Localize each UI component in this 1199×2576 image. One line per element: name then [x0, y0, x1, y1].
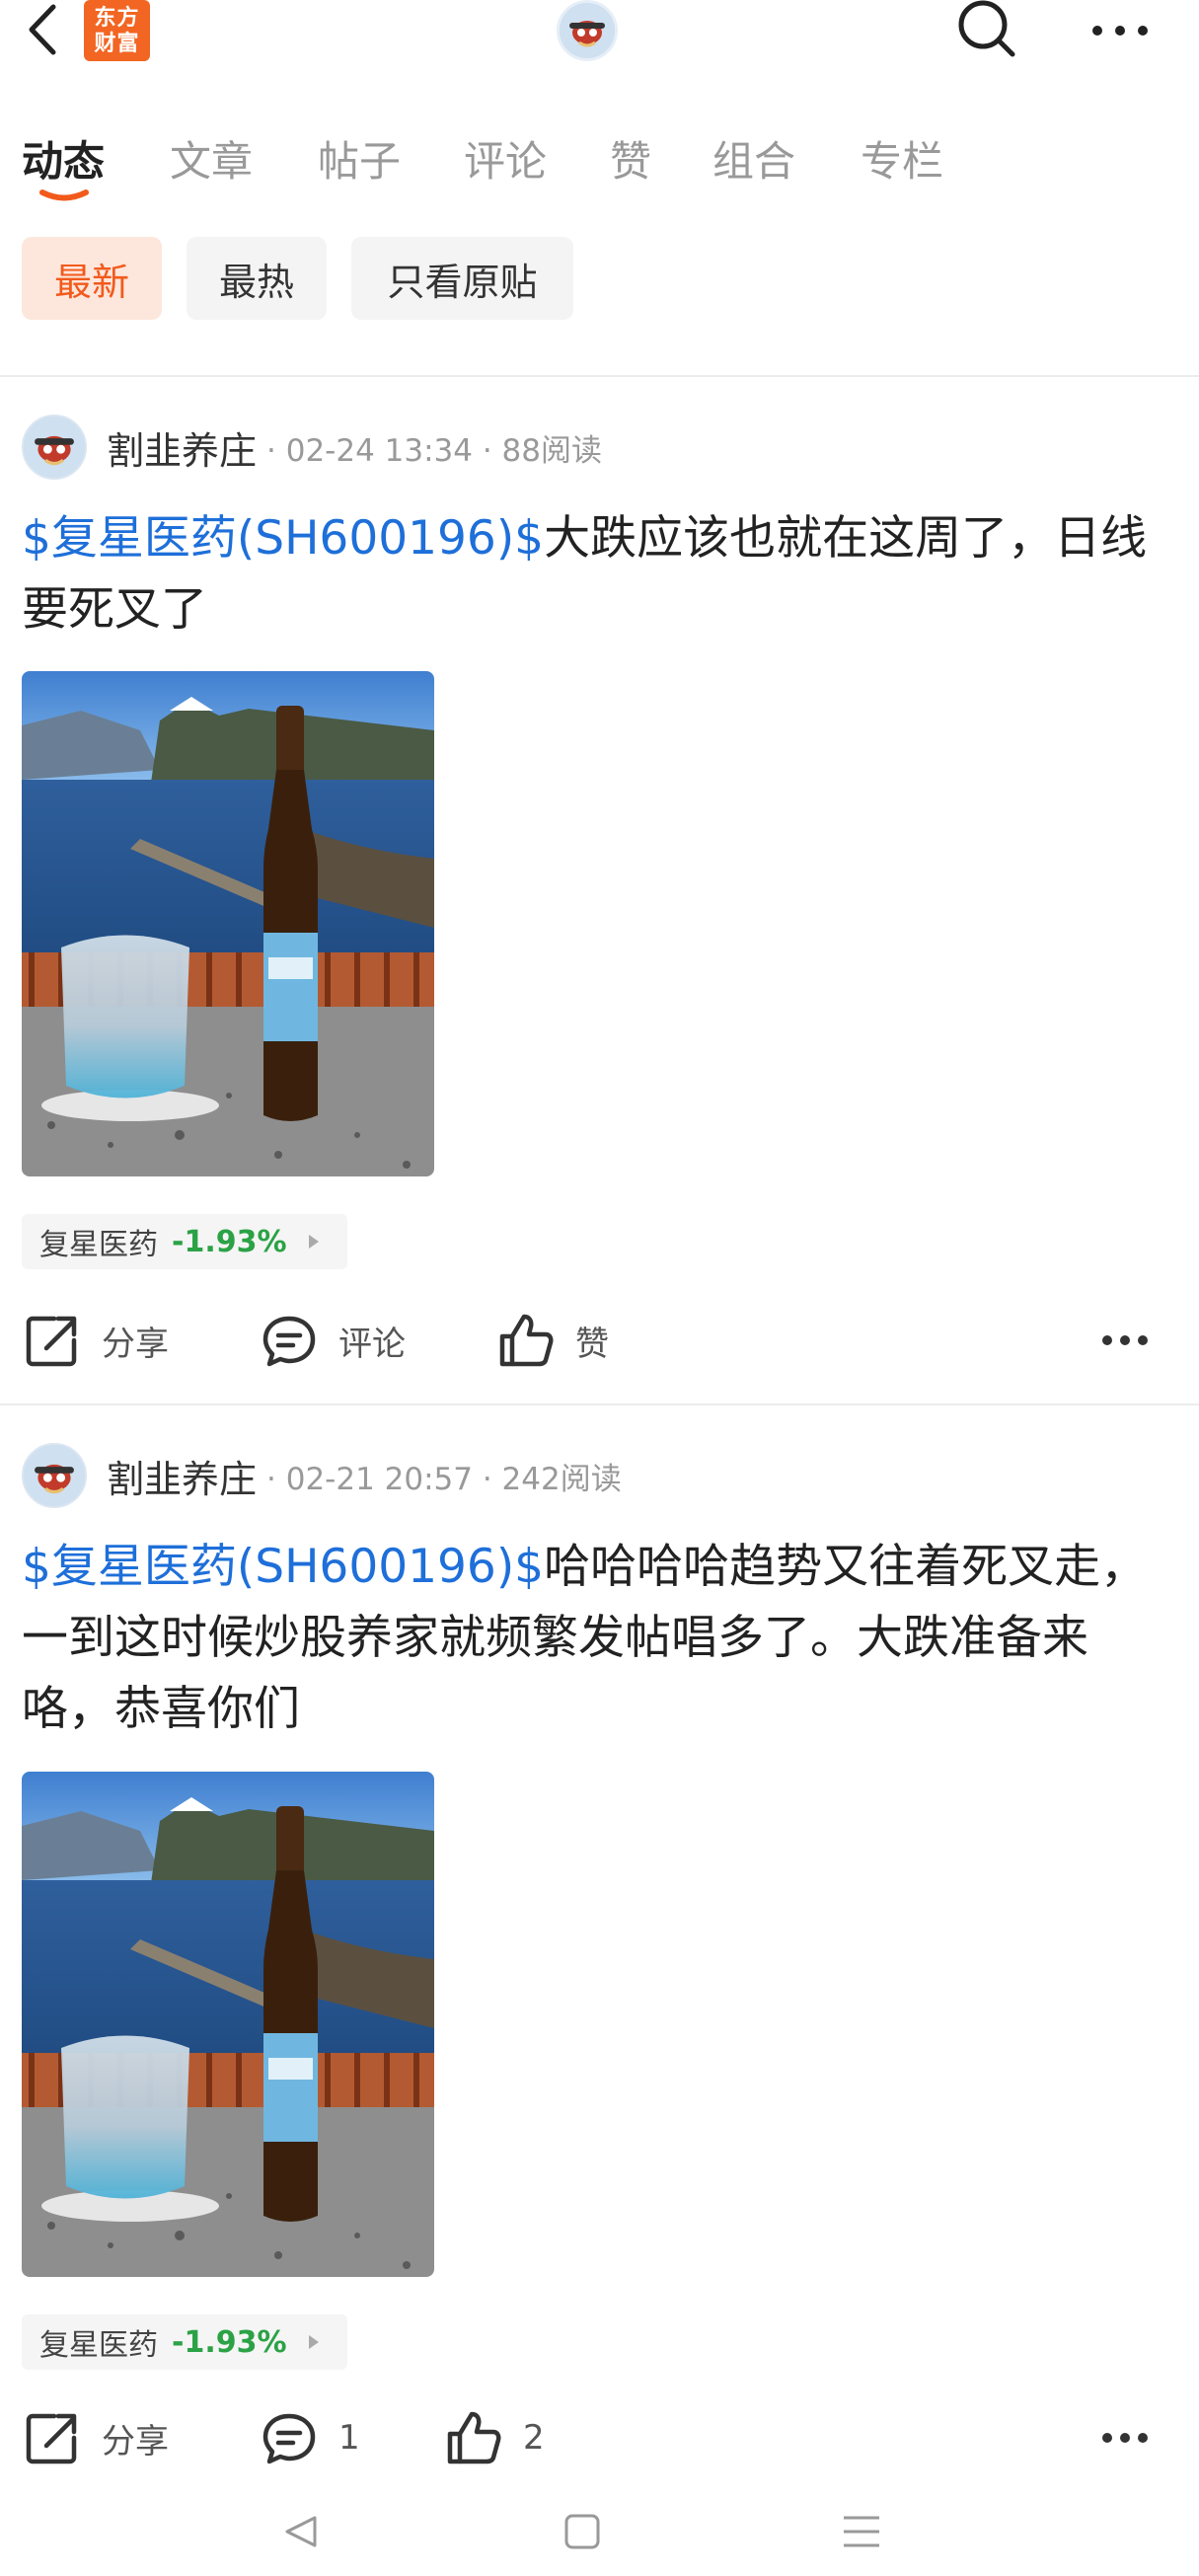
- post-text[interactable]: $复星医药(SH600196)$哈哈哈哈趋势又往着死叉走，一到这时候炒股养家就频…: [22, 1532, 1166, 1745]
- photo-lake-beer: [22, 1772, 434, 2277]
- more-button[interactable]: [1076, 0, 1164, 61]
- nav-menu-button[interactable]: [812, 2487, 911, 2576]
- stock-tag[interactable]: 复星医药 -1.93%: [22, 1214, 347, 1269]
- comment-count: 1: [338, 2418, 360, 2458]
- search-button[interactable]: [947, 0, 1026, 61]
- filter-original-only[interactable]: 只看原贴: [351, 237, 573, 320]
- post-meta: · 02-24 13:34 · 88阅读: [266, 432, 603, 469]
- like-button[interactable]: 2: [446, 2398, 545, 2477]
- play-icon: [308, 1235, 319, 1249]
- stock-name: 复星医药: [39, 2328, 158, 2363]
- author-avatar[interactable]: [22, 415, 87, 480]
- comment-button[interactable]: 1: [262, 2398, 360, 2477]
- filter-hottest[interactable]: 最热: [187, 237, 327, 320]
- nav-menu-icon: [844, 2516, 879, 2547]
- more-icon: [1102, 1335, 1148, 1345]
- active-tab-indicator: [39, 189, 89, 201]
- post-image[interactable]: [22, 1772, 434, 2277]
- profile-tabs: 动态 文章 帖子 评论 赞 组合 专栏: [0, 118, 1199, 207]
- back-icon: [29, 4, 56, 55]
- share-icon: [26, 2413, 77, 2464]
- post-card: 割韭养庄 · 02-24 13:34 · 88阅读 $复星医药(SH600196…: [0, 413, 1199, 1400]
- post-card: 割韭养庄 · 02-21 20:57 · 242阅读 $复星医药(SH60019…: [0, 1441, 1199, 2487]
- nav-home-button[interactable]: [533, 2487, 632, 2576]
- comment-icon: [262, 1316, 316, 1367]
- nav-back-button[interactable]: [252, 2487, 350, 2576]
- profile-avatar[interactable]: [557, 0, 618, 61]
- nav-back-icon: [285, 2516, 317, 2547]
- comment-button[interactable]: 评论: [262, 1301, 406, 1380]
- like-count: 2: [523, 2418, 545, 2458]
- comment-label: 评论: [338, 1324, 406, 1364]
- divider: [0, 1403, 1199, 1405]
- stock-name: 复星医药: [39, 1228, 158, 1262]
- post-more-button[interactable]: [1090, 1301, 1160, 1380]
- author-avatar[interactable]: [22, 1443, 87, 1508]
- tab-articles[interactable]: 文章: [170, 128, 253, 189]
- post-header: 割韭养庄 · 02-21 20:57 · 242阅读: [22, 1441, 622, 1510]
- logo-text-line2: 财富: [94, 32, 140, 56]
- tab-column[interactable]: 专栏: [861, 128, 943, 189]
- author-name[interactable]: 割韭养庄: [107, 1449, 257, 1503]
- tab-portfolio[interactable]: 组合: [712, 128, 795, 189]
- like-icon: [499, 1314, 554, 1367]
- search-icon: [958, 0, 1015, 57]
- like-button[interactable]: 赞: [498, 1301, 609, 1380]
- author-name[interactable]: 割韭养庄: [107, 420, 257, 475]
- share-label: 分享: [102, 1324, 169, 1364]
- post-image[interactable]: [22, 671, 434, 1176]
- more-icon: [1102, 2433, 1148, 2443]
- post-actions: 分享 评论 赞: [0, 1301, 1199, 1380]
- tab-posts[interactable]: 帖子: [318, 128, 401, 189]
- more-icon: [1092, 26, 1148, 36]
- stock-link[interactable]: $复星医药(SH600196)$: [22, 1540, 544, 1594]
- comment-icon: [262, 2413, 316, 2464]
- post-header: 割韭养庄 · 02-24 13:34 · 88阅读: [22, 413, 602, 482]
- avatar-image: [24, 1445, 85, 1506]
- avatar-image: [24, 417, 85, 478]
- stock-tag[interactable]: 复星医药 -1.93%: [22, 2314, 347, 2370]
- tab-dynamic[interactable]: 动态: [22, 128, 105, 189]
- post-meta: · 02-21 20:57 · 242阅读: [266, 1461, 622, 1497]
- post-actions: 分享 1 2: [0, 2398, 1199, 2477]
- tab-comments[interactable]: 评论: [464, 128, 547, 189]
- share-label: 分享: [102, 2421, 169, 2462]
- system-nav-bar: [0, 2487, 1199, 2576]
- top-bar: 东方 财富: [0, 0, 1199, 79]
- like-label: 赞: [575, 1324, 609, 1364]
- share-icon: [26, 1316, 77, 1367]
- divider: [0, 375, 1199, 377]
- avatar-image: [560, 3, 615, 58]
- nav-home-icon: [564, 2514, 600, 2549]
- share-button[interactable]: 分享: [25, 1301, 169, 1380]
- filter-latest[interactable]: 最新: [22, 237, 162, 320]
- photo-lake-beer: [22, 671, 434, 1176]
- stock-link[interactable]: $复星医药(SH600196)$: [22, 511, 544, 566]
- post-text[interactable]: $复星医药(SH600196)$大跌应该也就在这周了，日线要死叉了: [22, 503, 1166, 645]
- app-logo[interactable]: 东方 财富: [84, 0, 150, 61]
- tab-likes[interactable]: 赞: [610, 128, 651, 189]
- like-icon: [447, 2411, 501, 2464]
- post-more-button[interactable]: [1090, 2398, 1160, 2477]
- back-button[interactable]: [18, 0, 67, 59]
- logo-text-line1: 东方: [94, 6, 140, 31]
- stock-change: -1.93%: [172, 2324, 287, 2360]
- share-button[interactable]: 分享: [25, 2398, 169, 2477]
- play-icon: [308, 2335, 319, 2349]
- stock-change: -1.93%: [172, 1224, 287, 1259]
